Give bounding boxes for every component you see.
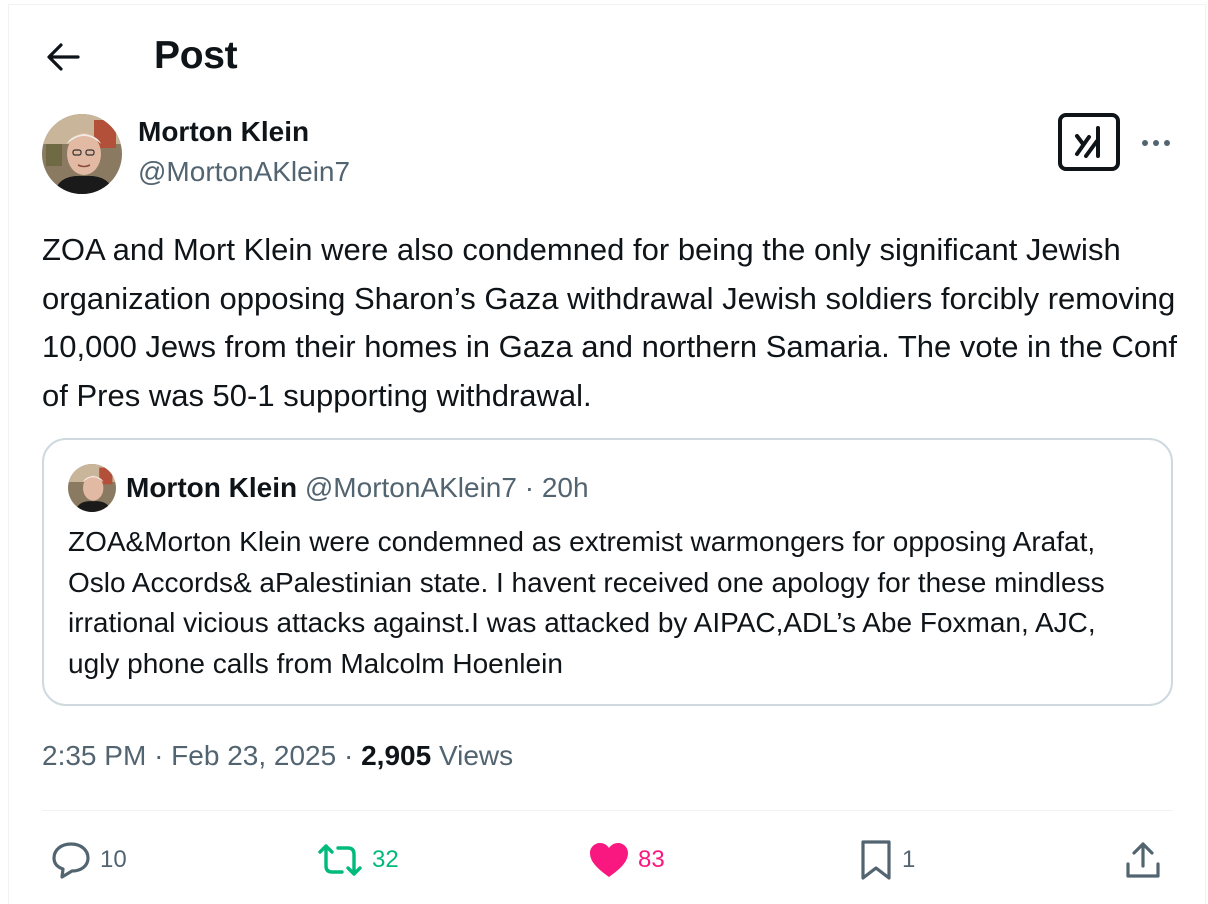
repost-count: 32: [372, 846, 399, 873]
page-title: Post: [154, 34, 238, 77]
reply-count: 10: [100, 846, 127, 873]
post-timestamp-row: 2:35 PM · Feb 23, 2025 · 2,905 Views: [42, 740, 513, 772]
more-options-button[interactable]: [1136, 126, 1176, 160]
quoted-time[interactable]: 20h: [542, 472, 589, 503]
like-button[interactable]: 83: [588, 836, 665, 884]
grok-icon: [1075, 126, 1100, 158]
avatar[interactable]: [42, 114, 122, 194]
bookmark-icon: [861, 840, 891, 880]
share-button[interactable]: [1124, 836, 1162, 884]
quoted-author-name[interactable]: Morton Klein: [126, 472, 297, 503]
separator-dot: ·: [154, 740, 164, 771]
reply-icon: [52, 842, 90, 879]
bookmark-count: 1: [902, 846, 916, 873]
quoted-meta: Morton Klein @MortonAKlein7 · 20h: [126, 472, 589, 504]
quoted-avatar[interactable]: [68, 464, 116, 512]
author-handle[interactable]: @MortonAKlein7: [138, 156, 350, 188]
bookmark-button[interactable]: 1: [858, 836, 915, 884]
grok-button[interactable]: [1058, 113, 1120, 171]
like-count: 83: [638, 846, 665, 873]
quoted-post[interactable]: Morton Klein @MortonAKlein7 · 20h ZOA&Mo…: [42, 438, 1173, 706]
reply-button[interactable]: 10: [50, 836, 127, 884]
post-date[interactable]: Feb 23, 2025: [171, 740, 336, 771]
post-time[interactable]: 2:35 PM: [42, 740, 146, 771]
divider: [42, 810, 1173, 811]
header: Post: [0, 0, 1208, 112]
views-count: 2,905: [361, 740, 432, 771]
share-icon: [1126, 842, 1160, 878]
repost-icon: [318, 844, 362, 876]
back-arrow-icon: [47, 43, 80, 71]
like-icon: [590, 843, 628, 877]
separator-dot: ·: [524, 472, 535, 503]
separator-dot: ·: [343, 740, 354, 771]
back-button[interactable]: [36, 30, 90, 84]
author-name[interactable]: Morton Klein: [138, 116, 309, 148]
quoted-author-handle[interactable]: @MortonAKlein7: [305, 472, 517, 503]
quoted-text: ZOA&Morton Klein were condemned as extre…: [68, 526, 1105, 679]
views-label: Views: [438, 740, 514, 771]
more-icon: [1142, 140, 1170, 146]
post-text: ZOA and Mort Klein were also condemned f…: [42, 232, 1177, 413]
repost-button[interactable]: 32: [316, 836, 399, 884]
